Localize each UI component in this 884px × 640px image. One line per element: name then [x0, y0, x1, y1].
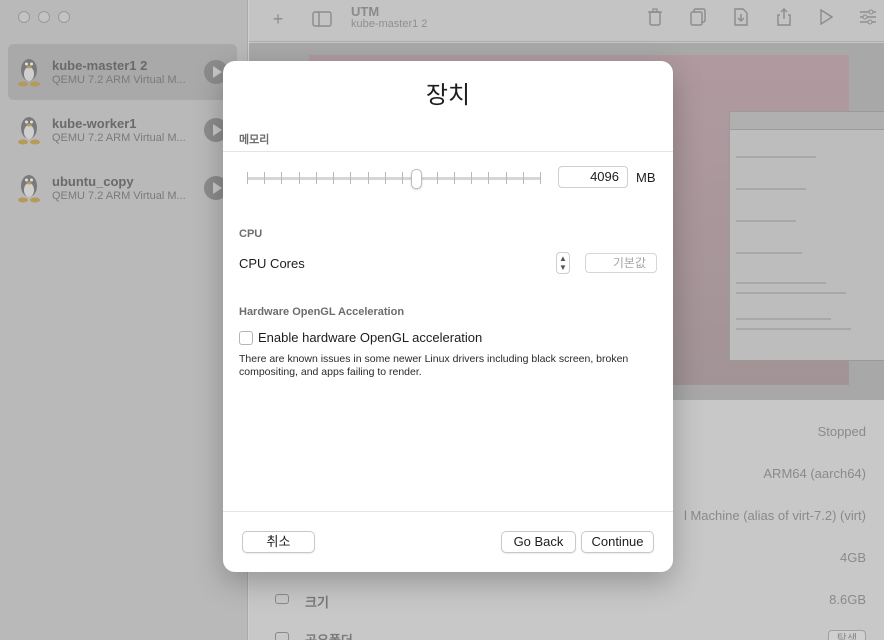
sidebar: kube-master1 2 QEMU 7.2 ARM Virtual M...… — [0, 0, 248, 640]
slider-tick — [264, 172, 265, 184]
clone-icon[interactable] — [687, 8, 709, 30]
cpu-section-label: CPU — [239, 228, 263, 240]
trash-icon[interactable] — [644, 8, 666, 30]
browse-button[interactable]: 탐색 — [828, 630, 866, 640]
slider-tick — [385, 172, 386, 184]
app-subtitle: kube-master1 2 — [351, 18, 428, 30]
vm-name: kube-master1 2 — [52, 58, 148, 73]
download-document-icon[interactable] — [730, 8, 752, 30]
slider-tick — [350, 172, 351, 184]
slider-tick — [540, 172, 541, 184]
toolbar: + UTM kube-master1 2 — [249, 0, 884, 42]
slider-tick — [471, 172, 472, 184]
memory-section-label: 메모리 — [239, 134, 270, 146]
app-title: UTM — [351, 4, 380, 19]
dialog-title: 장치 — [425, 82, 471, 109]
drive-icon — [275, 594, 289, 604]
continue-button[interactable]: Continue — [581, 531, 654, 553]
vm-description: QEMU 7.2 ARM Virtual M... — [52, 190, 186, 202]
slider-track — [247, 177, 541, 180]
sidebar-toggle-icon[interactable] — [311, 8, 333, 30]
slider-tick — [437, 172, 438, 184]
slider-tick — [299, 172, 300, 184]
slider-tick — [454, 172, 455, 184]
shared-folder-row: 공유폴더 — [249, 630, 866, 640]
machine-value: l Machine (alias of virt-7.2) (virt) — [683, 508, 866, 523]
folder-icon — [275, 632, 289, 640]
cancel-button[interactable]: 취소 — [242, 531, 315, 553]
slider-thumb[interactable] — [411, 169, 422, 189]
sidebar-item-kube-worker1[interactable]: kube-worker1 QEMU 7.2 ARM Virtual M... — [8, 102, 237, 158]
run-icon[interactable] — [815, 8, 837, 30]
opengl-checkbox-label[interactable]: Enable hardware OpenGL acceleration — [258, 330, 482, 345]
memory-slider[interactable] — [247, 169, 541, 193]
sidebar-item-kube-master1-2[interactable]: kube-master1 2 QEMU 7.2 ARM Virtual M... — [8, 44, 237, 100]
memory-unit: MB — [636, 170, 656, 185]
cpu-cores-input[interactable]: 기본값 — [585, 253, 657, 273]
utm-window: kube-master1 2 QEMU 7.2 ARM Virtual M...… — [0, 0, 884, 640]
minimize-window-button[interactable] — [38, 11, 50, 23]
go-back-button[interactable]: Go Back — [501, 531, 576, 553]
size-value: 8.6GB — [829, 592, 866, 607]
share-icon[interactable] — [773, 8, 795, 30]
window-controls — [18, 11, 70, 23]
size-label: 크기 — [305, 595, 329, 610]
linux-tux-icon — [18, 59, 40, 87]
memory-input[interactable]: 4096 — [558, 166, 628, 188]
add-icon[interactable]: + — [267, 8, 289, 30]
memory-value: 4GB — [839, 550, 866, 565]
devices-dialog: 장치 메모리 4096 MB CPU CPU Cores ▲ ▼ 기본값 Hard… — [223, 61, 673, 572]
opengl-warning-note: There are known issues in some newer Lin… — [239, 353, 629, 378]
shared-folder-label: 공유폴더 — [305, 630, 353, 640]
status-value: Stopped — [817, 424, 866, 439]
slider-tick — [247, 172, 248, 184]
slider-tick — [368, 172, 369, 184]
slider-tick — [281, 172, 282, 184]
settings-sliders-icon[interactable] — [857, 8, 879, 30]
divider — [223, 511, 673, 512]
architecture-value: ARM64 (aarch64) — [763, 466, 866, 481]
divider — [223, 151, 673, 152]
slider-tick — [523, 172, 524, 184]
opengl-checkbox[interactable] — [239, 331, 253, 345]
cpu-cores-stepper[interactable]: ▲ ▼ — [556, 252, 570, 274]
linux-tux-icon — [18, 117, 40, 145]
vm-description: QEMU 7.2 ARM Virtual M... — [52, 74, 186, 86]
linux-tux-icon — [18, 175, 40, 203]
slider-tick — [316, 172, 317, 184]
size-row: 크기 8.6GB — [249, 592, 866, 612]
slider-tick — [488, 172, 489, 184]
opengl-section-label: Hardware OpenGL Acceleration — [239, 306, 405, 318]
vm-description: QEMU 7.2 ARM Virtual M... — [52, 132, 186, 144]
slider-tick — [333, 172, 334, 184]
slider-tick — [506, 172, 507, 184]
vm-name: kube-worker1 — [52, 116, 137, 131]
close-window-button[interactable] — [18, 11, 30, 23]
cpu-cores-label: CPU Cores — [239, 256, 305, 271]
slider-tick — [402, 172, 403, 184]
zoom-window-button[interactable] — [58, 11, 70, 23]
sidebar-item-ubuntu-copy[interactable]: ubuntu_copy QEMU 7.2 ARM Virtual M... — [8, 160, 237, 216]
vm-name: ubuntu_copy — [52, 174, 134, 189]
terminal-window-image — [729, 111, 884, 361]
